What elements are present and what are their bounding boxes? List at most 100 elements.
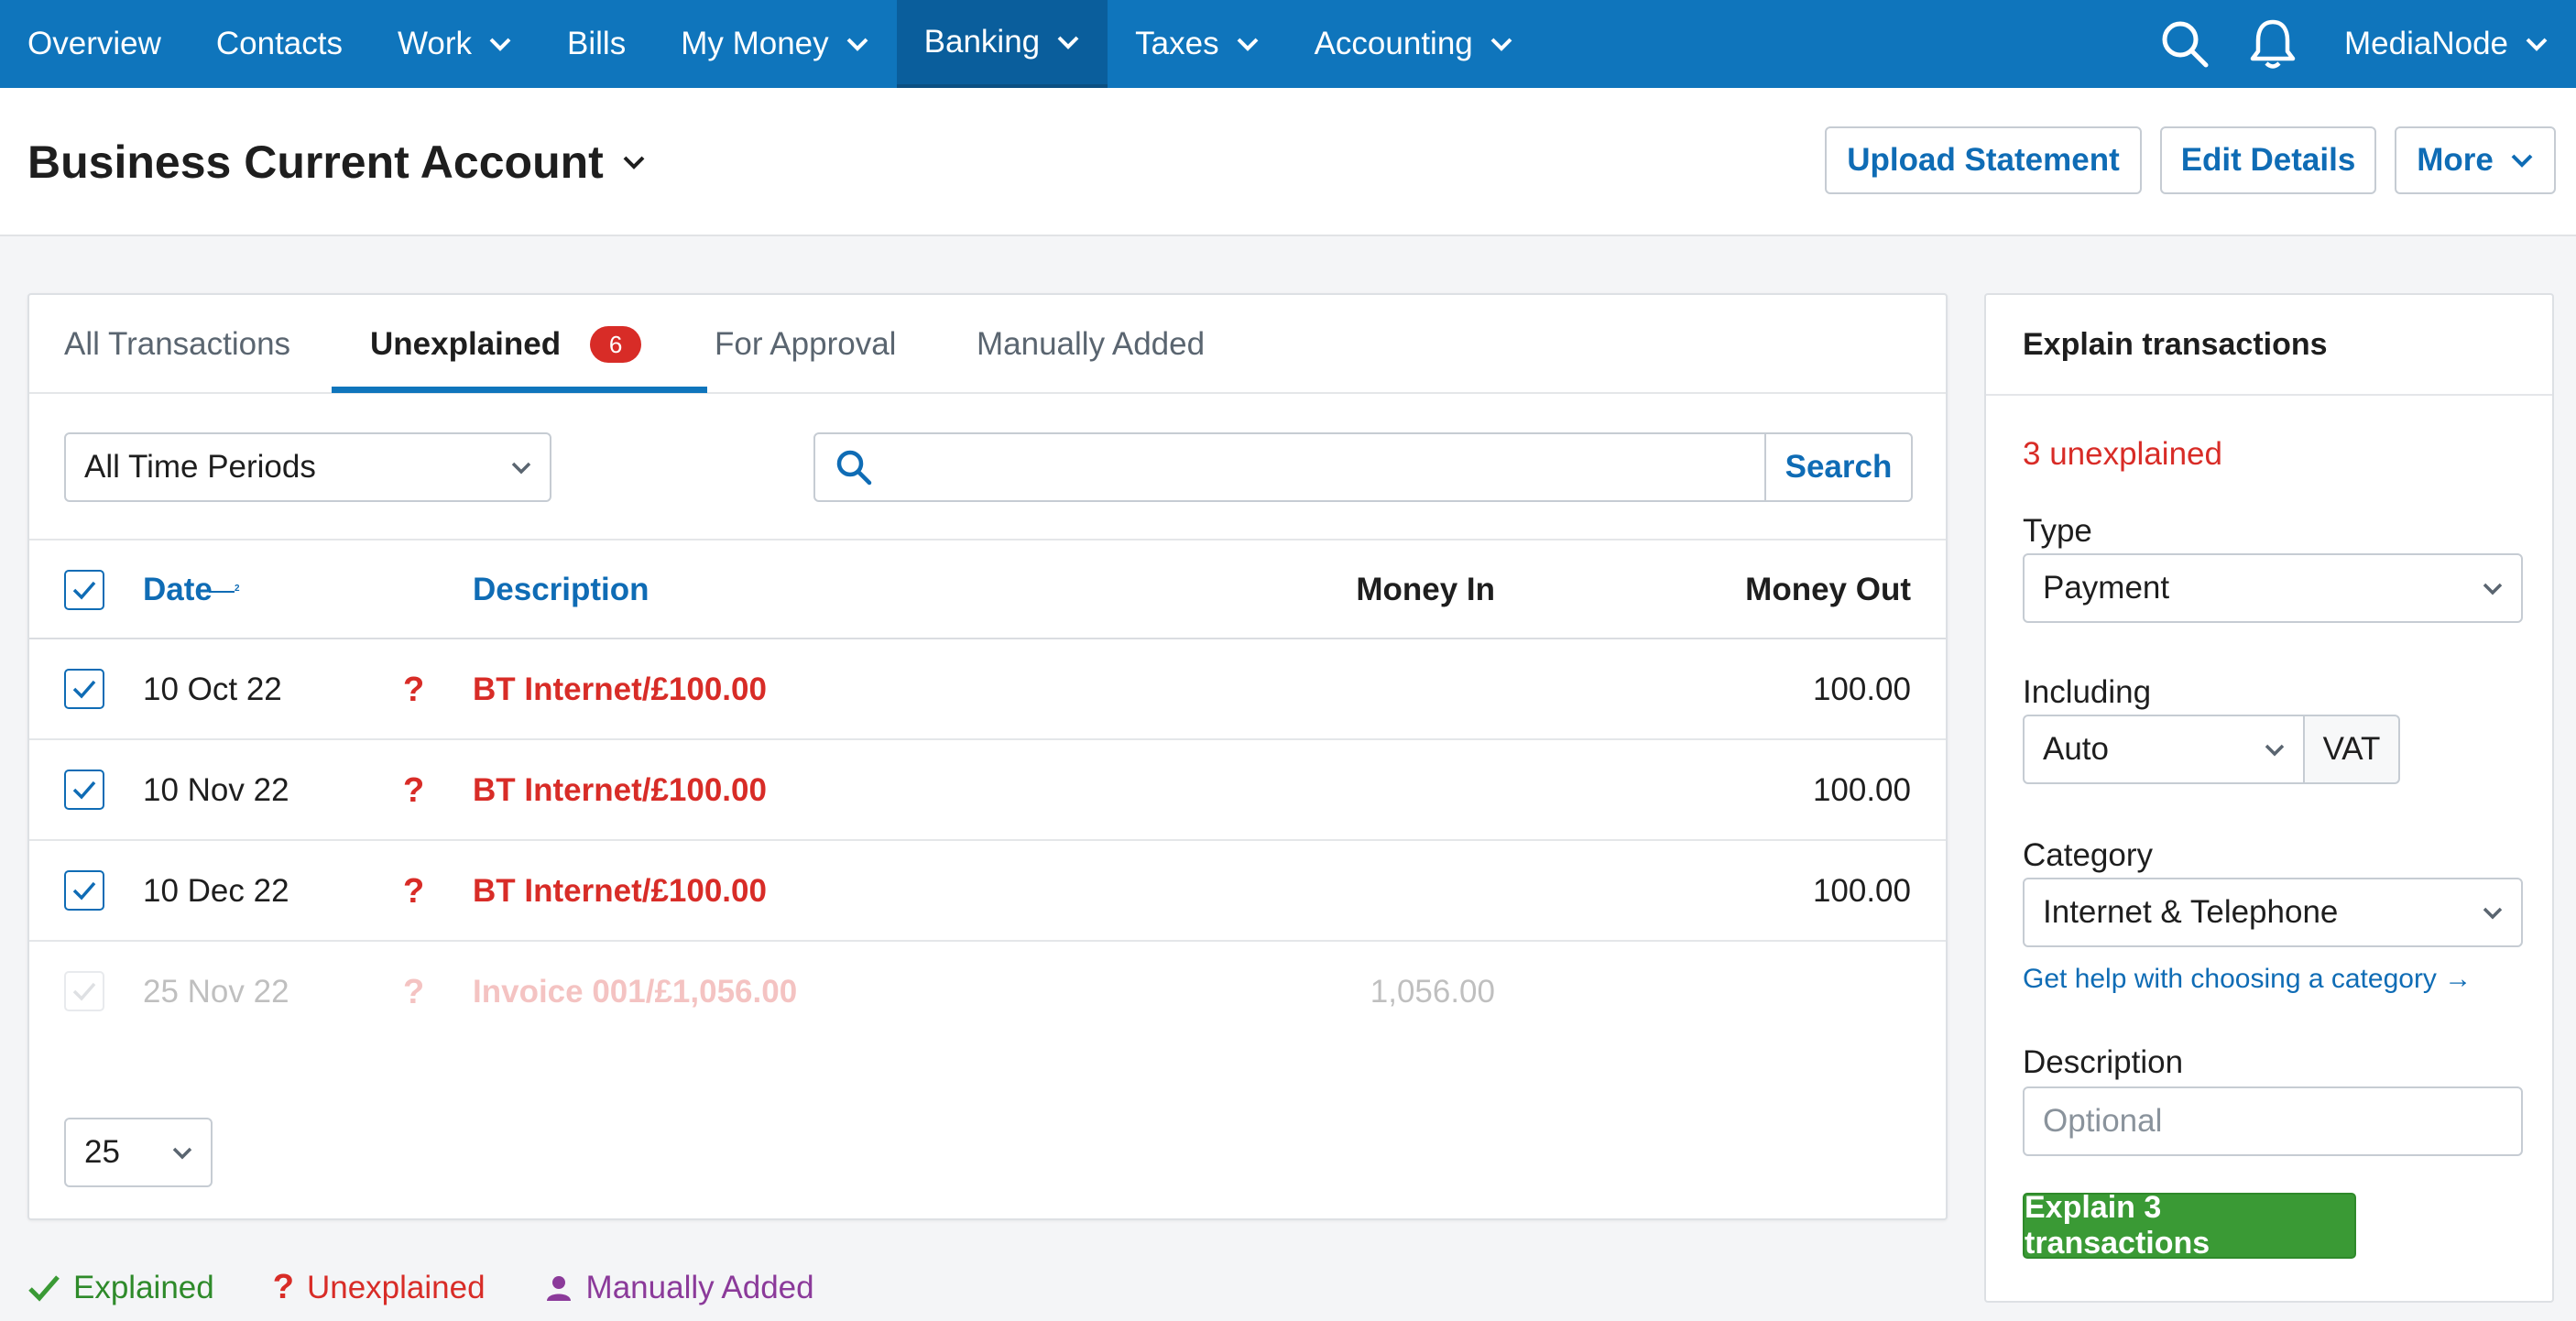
date-column-header[interactable]: Date 2 — [143, 540, 244, 639]
nav-contacts[interactable]: Contacts — [189, 0, 370, 88]
account-switcher[interactable]: Business Current Account — [27, 136, 646, 189]
table-header: Date 2 Description Money In Money Out — [29, 539, 1946, 639]
select-all-checkbox[interactable] — [64, 570, 104, 610]
nav-accounting[interactable]: Accounting — [1287, 0, 1541, 88]
page-size-select[interactable]: 25 — [64, 1118, 213, 1187]
legend-unexplained: ? Unexplained — [273, 1268, 486, 1307]
user-menu[interactable]: MediaNode — [2317, 0, 2576, 88]
row-checkbox[interactable] — [64, 770, 104, 810]
explain-transactions-label: Explain 3 transactions — [2025, 1190, 2210, 1261]
tab-unexplained[interactable]: Unexplained 6 — [370, 295, 642, 394]
row-description[interactable]: BT Internet/£100.00 — [473, 639, 767, 740]
row-date: 10 Dec 22 — [143, 873, 289, 909]
unexplained-question-icon: ? — [403, 972, 425, 1011]
including-label: Including — [2023, 674, 2152, 710]
tab-all-transactions[interactable]: All Transactions — [64, 295, 290, 394]
search-icon — [836, 450, 872, 486]
unexplained-question-icon: ? — [403, 770, 425, 810]
row-money-out: 100.00 — [1812, 873, 1911, 909]
date-column-label: Date — [143, 572, 213, 607]
unexplained-question-icon: ? — [403, 871, 425, 911]
row-description: Invoice 001/£1,056.00 — [473, 974, 798, 1010]
type-select[interactable]: Payment — [2023, 553, 2523, 623]
status-legend: Explained ? Unexplained Manually Added — [27, 1268, 873, 1307]
legend-manual: Manually Added — [544, 1270, 814, 1306]
description-column-header[interactable]: Description — [473, 540, 649, 639]
nav-banking[interactable]: Banking — [896, 0, 1108, 88]
type-value: Payment — [2043, 570, 2170, 606]
chevron-down-icon — [1057, 36, 1079, 49]
nav-taxes[interactable]: Taxes — [1108, 0, 1286, 88]
tab-manually-added[interactable]: Manually Added — [977, 295, 1205, 394]
row-description[interactable]: BT Internet/£100.00 — [473, 841, 767, 942]
legend-explained: Explained — [27, 1270, 214, 1306]
table-row: 25 Nov 22 ? Invoice 001/£1,056.00 1,056.… — [29, 942, 1946, 1043]
tab-unexplained-label: Unexplained — [370, 326, 562, 362]
tab-all-transactions-label: All Transactions — [64, 326, 291, 362]
money-out-column-label: Money Out — [1745, 572, 1911, 607]
nav-contacts-label: Contacts — [215, 26, 343, 61]
table-row[interactable]: 10 Nov 22 ? BT Internet/£100.00 100.00 — [29, 740, 1946, 841]
legend-explained-label: Explained — [73, 1269, 214, 1305]
description-field[interactable] — [2023, 1086, 2523, 1156]
checkmark-icon — [72, 680, 96, 699]
active-tab-indicator — [332, 387, 707, 393]
category-select[interactable]: Internet & Telephone — [2023, 878, 2523, 947]
nav-bills-label: Bills — [567, 26, 627, 61]
person-icon — [546, 1275, 571, 1301]
category-label: Category — [2023, 837, 2154, 873]
checkmark-icon — [72, 581, 96, 600]
row-checkbox[interactable] — [64, 870, 104, 911]
nav-work[interactable]: Work — [370, 0, 540, 88]
table-row[interactable]: 10 Oct 22 ? BT Internet/£100.00 100.00 — [29, 639, 1946, 740]
upload-statement-button[interactable]: Upload Statement — [1825, 126, 2142, 194]
edit-details-button[interactable]: Edit Details — [2160, 126, 2376, 194]
tab-for-approval[interactable]: For Approval — [715, 295, 896, 394]
search-box: Search — [813, 432, 1913, 502]
including-select[interactable]: Auto — [2023, 715, 2305, 784]
checkmark-icon — [72, 881, 96, 901]
checkmark-icon — [72, 982, 96, 1001]
search-input[interactable] — [889, 434, 1731, 500]
row-description[interactable]: BT Internet/£100.00 — [473, 740, 767, 841]
row-checkbox — [64, 971, 104, 1011]
chevron-down-icon — [623, 156, 645, 169]
chevron-down-icon — [489, 38, 511, 51]
nav-bills[interactable]: Bills — [540, 0, 653, 88]
chevron-down-icon — [2526, 38, 2548, 51]
bell-icon[interactable] — [2229, 0, 2317, 88]
row-date: 10 Oct 22 — [143, 671, 282, 707]
page-title: Business Current Account — [27, 136, 604, 188]
explain-transactions-button[interactable]: Explain 3 transactions — [2023, 1190, 2356, 1261]
chevron-down-icon — [1237, 38, 1258, 51]
sort-icon: 2 — [208, 584, 240, 594]
nav-right: MediaNode — [2141, 0, 2576, 88]
chevron-down-icon — [846, 38, 868, 51]
search-button-label: Search — [1785, 449, 1893, 485]
question-icon: ? — [272, 1268, 294, 1306]
time-period-value: All Time Periods — [84, 449, 316, 485]
category-help-link[interactable]: Get help with choosing a category → — [2023, 964, 2472, 995]
including-value: Auto — [2043, 731, 2109, 767]
money-out-column-header: Money Out — [1745, 540, 1911, 639]
nav-work-label: Work — [398, 26, 473, 61]
search-icon[interactable] — [2141, 0, 2229, 88]
chevron-down-icon — [172, 1147, 192, 1160]
explain-panel-title: Explain transactions — [1986, 295, 2552, 396]
nav-my-money-label: My Money — [681, 26, 829, 61]
more-label: More — [2417, 142, 2494, 178]
nav-banking-label: Banking — [923, 24, 1041, 60]
more-button[interactable]: More — [2395, 126, 2556, 194]
chevron-down-icon — [1490, 38, 1512, 51]
table-row[interactable]: 10 Dec 22 ? BT Internet/£100.00 100.00 — [29, 841, 1946, 942]
row-date: 25 Nov 22 — [143, 974, 289, 1010]
transactions-card: All Transactions Unexplained 6 For Appro… — [27, 293, 1948, 1220]
nav-my-money[interactable]: My Money — [653, 0, 896, 88]
nav-overview[interactable]: Overview — [0, 0, 189, 88]
search-button[interactable]: Search — [1764, 434, 1911, 500]
unexplained-count-badge: 6 — [590, 326, 642, 363]
time-period-select[interactable]: All Time Periods — [64, 432, 551, 502]
tab-manually-added-label: Manually Added — [977, 326, 1206, 362]
transaction-tabs: All Transactions Unexplained 6 For Appro… — [29, 295, 1946, 394]
row-checkbox[interactable] — [64, 669, 104, 709]
